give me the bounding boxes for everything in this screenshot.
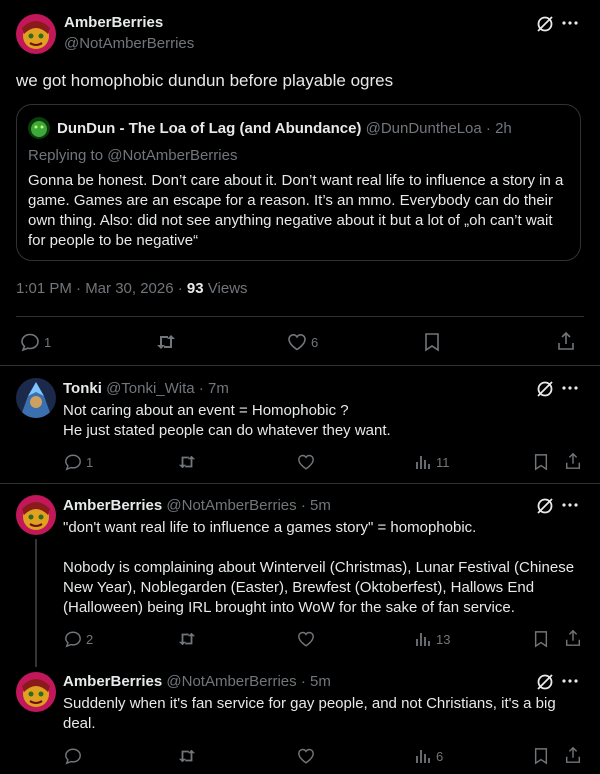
repost-icon — [177, 747, 197, 765]
author-handle[interactable]: @NotAmberBerries — [64, 35, 194, 52]
reply-count: 2 — [86, 631, 94, 647]
repost-icon — [177, 630, 197, 648]
repost-icon — [177, 453, 197, 471]
bookmark-button[interactable] — [423, 332, 441, 352]
author-name[interactable]: AmberBerries — [63, 497, 162, 514]
share-icon — [564, 629, 582, 647]
bookmark-icon — [533, 747, 549, 765]
share-button[interactable] — [564, 452, 582, 470]
reply-icon — [20, 332, 40, 352]
reply-icon — [64, 630, 82, 648]
quote-avatar — [28, 117, 50, 139]
quote-text: Gonna be honest. Don’t care about it. Do… — [28, 172, 564, 249]
share-button[interactable] — [556, 331, 576, 351]
share-icon — [564, 746, 582, 764]
quote-author-handle: @DunDuntheLoa — [365, 120, 482, 137]
heart-icon — [297, 747, 315, 765]
analytics-icon — [414, 630, 432, 648]
repost-button[interactable] — [177, 747, 197, 765]
author-handle[interactable]: @NotAmberBerries — [166, 673, 296, 690]
avatar[interactable] — [16, 495, 56, 535]
grok-icon[interactable] — [536, 673, 554, 691]
reply-icon — [64, 747, 82, 765]
repost-button[interactable] — [177, 453, 197, 471]
reply-count: 1 — [44, 334, 52, 350]
views-label: Views — [207, 280, 248, 297]
views-count: 11 — [436, 454, 450, 470]
reply-count: 1 — [86, 454, 94, 470]
views-count: 93 — [186, 280, 204, 297]
quote-time: · 2h — [485, 120, 512, 137]
quoted-post[interactable]: DunDun - The Loa of Lag (and Abundance) … — [16, 104, 581, 261]
avatar[interactable] — [16, 672, 56, 712]
reply-time[interactable]: · 5m — [301, 673, 331, 690]
grok-icon[interactable] — [536, 380, 554, 398]
divider — [0, 365, 600, 366]
like-button[interactable] — [297, 630, 315, 648]
post-timestamp[interactable]: 1:01 PM · Mar 30, 2026 · — [16, 280, 183, 297]
views-button[interactable]: 6 — [414, 747, 443, 765]
author-name[interactable]: AmberBerries — [64, 14, 163, 31]
reply-text: Suddenly when it's fan service for gay p… — [63, 695, 556, 732]
share-icon — [556, 331, 576, 351]
grok-icon[interactable] — [536, 15, 554, 33]
reply-button[interactable]: 1 — [64, 453, 93, 471]
analytics-icon — [414, 747, 432, 765]
repost-button[interactable] — [155, 332, 177, 352]
author-name[interactable]: AmberBerries — [63, 673, 162, 690]
reply-time[interactable]: · 7m — [199, 380, 229, 397]
avatar[interactable] — [16, 14, 56, 54]
reply-button[interactable]: 2 — [64, 630, 93, 648]
views-count: 13 — [436, 631, 451, 647]
bookmark-button[interactable] — [533, 747, 549, 765]
reply-button[interactable] — [64, 747, 82, 765]
reply-time[interactable]: · 5m — [301, 497, 331, 514]
divider — [16, 316, 584, 317]
views-button[interactable]: 11 — [414, 453, 450, 471]
author-handle[interactable]: @Tonki_Wita — [106, 380, 195, 397]
quote-author-name: DunDun - The Loa of Lag (and Abundance) — [57, 120, 362, 137]
divider — [0, 483, 600, 484]
more-options-icon[interactable] — [562, 21, 578, 25]
replying-to: Replying to @NotAmberBerries — [28, 147, 238, 164]
bookmark-button[interactable] — [533, 630, 549, 648]
heart-icon — [287, 332, 307, 352]
bookmark-button[interactable] — [533, 453, 549, 471]
more-options-icon[interactable] — [562, 386, 578, 390]
repost-button[interactable] — [177, 630, 197, 648]
share-button[interactable] — [564, 629, 582, 647]
share-button[interactable] — [564, 746, 582, 764]
analytics-icon — [414, 453, 432, 471]
post-text: we got homophobic dundun before playable… — [16, 71, 394, 90]
more-options-icon[interactable] — [562, 503, 578, 507]
views-count: 6 — [436, 748, 444, 764]
reply-icon — [64, 453, 82, 471]
like-count: 6 — [311, 334, 319, 350]
like-button[interactable] — [297, 453, 315, 471]
repost-icon — [155, 332, 177, 352]
heart-icon — [297, 453, 315, 471]
reply-text: Not caring about an event = Homophobic ?… — [63, 402, 391, 439]
heart-icon — [297, 630, 315, 648]
author-name[interactable]: Tonki — [63, 380, 102, 397]
avatar[interactable] — [16, 378, 56, 418]
bookmark-icon — [423, 332, 441, 352]
author-handle[interactable]: @NotAmberBerries — [166, 497, 296, 514]
share-icon — [564, 452, 582, 470]
like-button[interactable] — [297, 747, 315, 765]
grok-icon[interactable] — [536, 497, 554, 515]
more-options-icon[interactable] — [562, 679, 578, 683]
bookmark-icon — [533, 630, 549, 648]
like-button[interactable]: 6 — [287, 332, 318, 352]
views-button[interactable]: 13 — [414, 630, 450, 648]
thread-line — [35, 539, 37, 667]
reply-button[interactable]: 1 — [20, 332, 51, 352]
bookmark-icon — [533, 453, 549, 471]
reply-text: "don't want real life to influence a gam… — [63, 519, 575, 616]
